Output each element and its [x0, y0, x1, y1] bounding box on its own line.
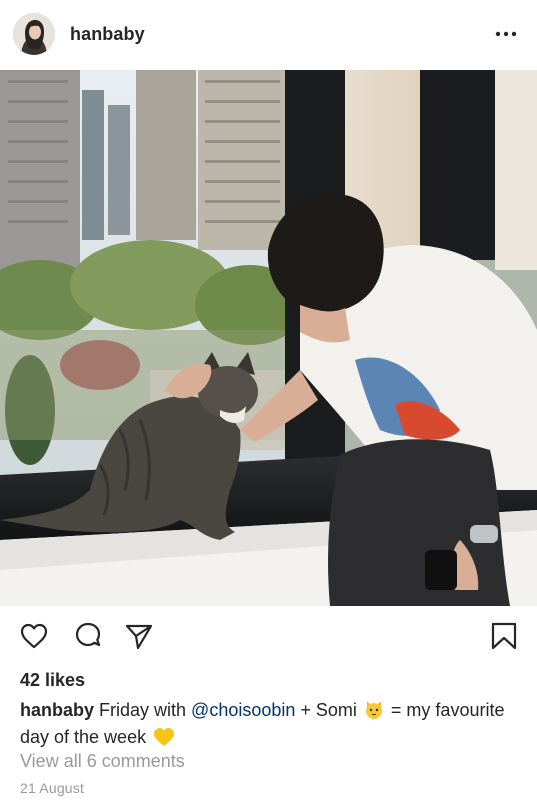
- post-caption: hanbaby Friday with @choisoobin + Somi =…: [20, 699, 525, 753]
- post-actions: [0, 606, 537, 664]
- post-photo[interactable]: [0, 70, 537, 606]
- more-horizontal-icon: [495, 31, 517, 37]
- comment-button[interactable]: [72, 620, 104, 652]
- bookmark-icon: [491, 622, 517, 650]
- avatar-image: [13, 13, 55, 55]
- more-options-button[interactable]: [491, 22, 521, 46]
- cat-face-emoji-icon: [364, 700, 384, 726]
- save-button[interactable]: [488, 620, 520, 652]
- heart-icon: [20, 623, 48, 649]
- post-header: hanbaby: [0, 0, 537, 70]
- yellow-heart-emoji-icon: [153, 727, 175, 753]
- like-button[interactable]: [18, 620, 50, 652]
- post-username[interactable]: hanbaby: [70, 24, 145, 45]
- caption-text-2: + Somi: [295, 700, 362, 720]
- caption-username[interactable]: hanbaby: [20, 700, 94, 720]
- comment-icon: [75, 622, 101, 647]
- view-all-comments-link[interactable]: View all 6 comments: [20, 751, 185, 772]
- post-date: 21 August: [20, 780, 85, 796]
- caption-mention[interactable]: @choisoobin: [191, 700, 295, 720]
- photo-image: [0, 70, 537, 606]
- like-count[interactable]: 42 likes: [20, 670, 85, 691]
- caption-text-1: Friday with: [94, 700, 192, 720]
- send-icon: [125, 624, 153, 650]
- share-button[interactable]: [123, 620, 155, 652]
- avatar[interactable]: [13, 13, 55, 55]
